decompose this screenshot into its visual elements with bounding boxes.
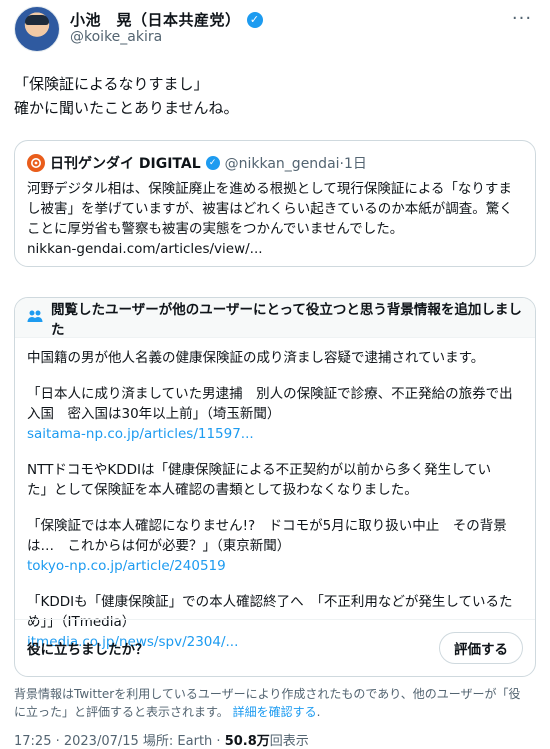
verified-badge-icon: ✓ [246,11,263,28]
quoted-tweet-body: 河野デジタル相は、保険証廃止を進める根拠として現行保険証による「なりすま し被害… [27,179,523,259]
tweet-text-line: 確かに聞いたことありませんね。 [14,99,239,117]
note-source-link[interactable]: saitama-np.co.jp/articles/11597... [27,426,254,442]
note-source-link[interactable]: tokyo-np.co.jp/article/240519 [27,558,226,574]
tweet-text-line: 「保険証によるなりすまし」 [14,75,209,93]
community-note: 閲覧したユーザーが他のユーザーにとって役立つと思う背景情報を追加しました 中国籍… [14,297,536,677]
community-note-footer: 役に立ちましたか？ 評価する [15,619,535,676]
more-options-icon[interactable]: ··· [508,10,536,32]
quoted-verified-badge-icon: ✓ [205,156,220,170]
author-handle[interactable]: @koike_akira [70,29,162,45]
quoted-text-line: ことに厚労省も警察も被害の実態をつかんでいませんでした。 [27,221,404,237]
quoted-tweet-header: 日刊ゲンダイ DIGITAL ✓ @nikkan_gendai·1日 [27,153,523,173]
quoted-handle-time: @nikkan_gendai·1日 [224,156,367,172]
note-text-line: た」として保険証を本人確認の書類として扱わなくなりました。 [27,482,418,498]
disclaimer-period: . [316,705,321,719]
note-paragraph: 「日本人に成り済ましていた男逮捕 別人の保険証で診療、不正発給の旅券で出 入国 … [27,384,523,444]
note-text-line: 「日本人に成り済ましていた男逮捕 別人の保険証で診療、不正発給の旅券で出 [27,386,513,402]
author-display-name[interactable]: 小池 晃（日本共産党） [70,9,241,30]
helpful-question: 役に立ちましたか？ [27,642,149,658]
author-name-row: 小池 晃（日本共産党） ✓ [70,9,263,30]
disclaimer-text: 背景情報はTwitterを利用しているユーザーにより作成されたものであり、他のユ… [14,687,521,701]
disclaimer-text: に立った」と評価すると表示されます。 [14,705,229,719]
note-text-line: は… これからは何が必要？」（東京新聞） [27,538,291,554]
learn-more-link[interactable]: 詳細を確認する [233,705,317,719]
view-count: 50.8万 [224,734,270,749]
author-avatar[interactable] [14,6,60,52]
people-icon [27,309,43,327]
quoted-text-line: 河野デジタル相は、保険証廃止を進める根拠として現行保険証による「なりすま [27,181,512,197]
community-note-disclaimer: 背景情報はTwitterを利用しているユーザーにより作成されたものであり、他のユ… [14,685,536,721]
rate-button[interactable]: 評価する [439,632,523,664]
note-paragraph: NTTドコモやKDDIは「健康保険証による不正契約が以前から多く発生してい た」… [27,460,523,500]
tweet-text: 「保険証によるなりすまし」 確かに聞いたことありませんね。 [14,72,536,120]
note-text-line: 「保険証では本人確認になりません!? ドコモが5月に取り扱い中止 その背景 [27,518,507,534]
community-note-body: 中国籍の男が他人名義の健康保険証の成り済まし容疑で逮捕されています。 「日本人に… [15,338,535,652]
tweet-meta: 17:25 · 2023/07/15 場所: Earth · 50.8万回表示 [14,730,309,749]
note-paragraph: 「保険証では本人確認になりません!? ドコモが5月に取り扱い中止 その背景 は…… [27,516,523,576]
note-text-line: 入国 密入国は30年以上前」（埼玉新聞） [27,406,281,422]
view-count-label: 回表示 [269,734,309,749]
tweet-timestamp-location[interactable]: 17:25 · 2023/07/15 場所: Earth · [14,734,225,749]
community-note-header: 閲覧したユーザーが他のユーザーにとって役立つと思う背景情報を追加しました [15,298,535,338]
quoted-text-line: し被害」を挙げていますが、被害はどれくらい起きているのか本紙が調査。驚く [27,201,513,217]
tweet-detail: 小池 晃（日本共産党） ✓ @koike_akira ··· 「保険証によるなり… [0,0,550,749]
note-text-line: NTTドコモやKDDIは「健康保険証による不正契約が以前から多く発生してい [27,462,492,478]
note-text-line: 「KDDIも「健康保険証」での本人確認終了へ 「不正利用などが発生しているた [27,594,513,610]
tweet-header: 小池 晃（日本共産党） ✓ @koike_akira ··· [14,6,536,52]
quoted-tweet[interactable]: 日刊ゲンダイ DIGITAL ✓ @nikkan_gendai·1日 河野デジタ… [14,140,536,267]
note-paragraph: 中国籍の男が他人名義の健康保険証の成り済まし容疑で逮捕されています。 [27,350,485,366]
community-note-title: 閲覧したユーザーが他のユーザーにとって役立つと思う背景情報を追加しました [51,301,522,338]
quoted-link[interactable]: nikkan-gendai.com/articles/view/... [27,239,523,259]
quoted-author-name: 日刊ゲンダイ DIGITAL [50,156,201,172]
quoted-avatar-icon [27,154,45,172]
